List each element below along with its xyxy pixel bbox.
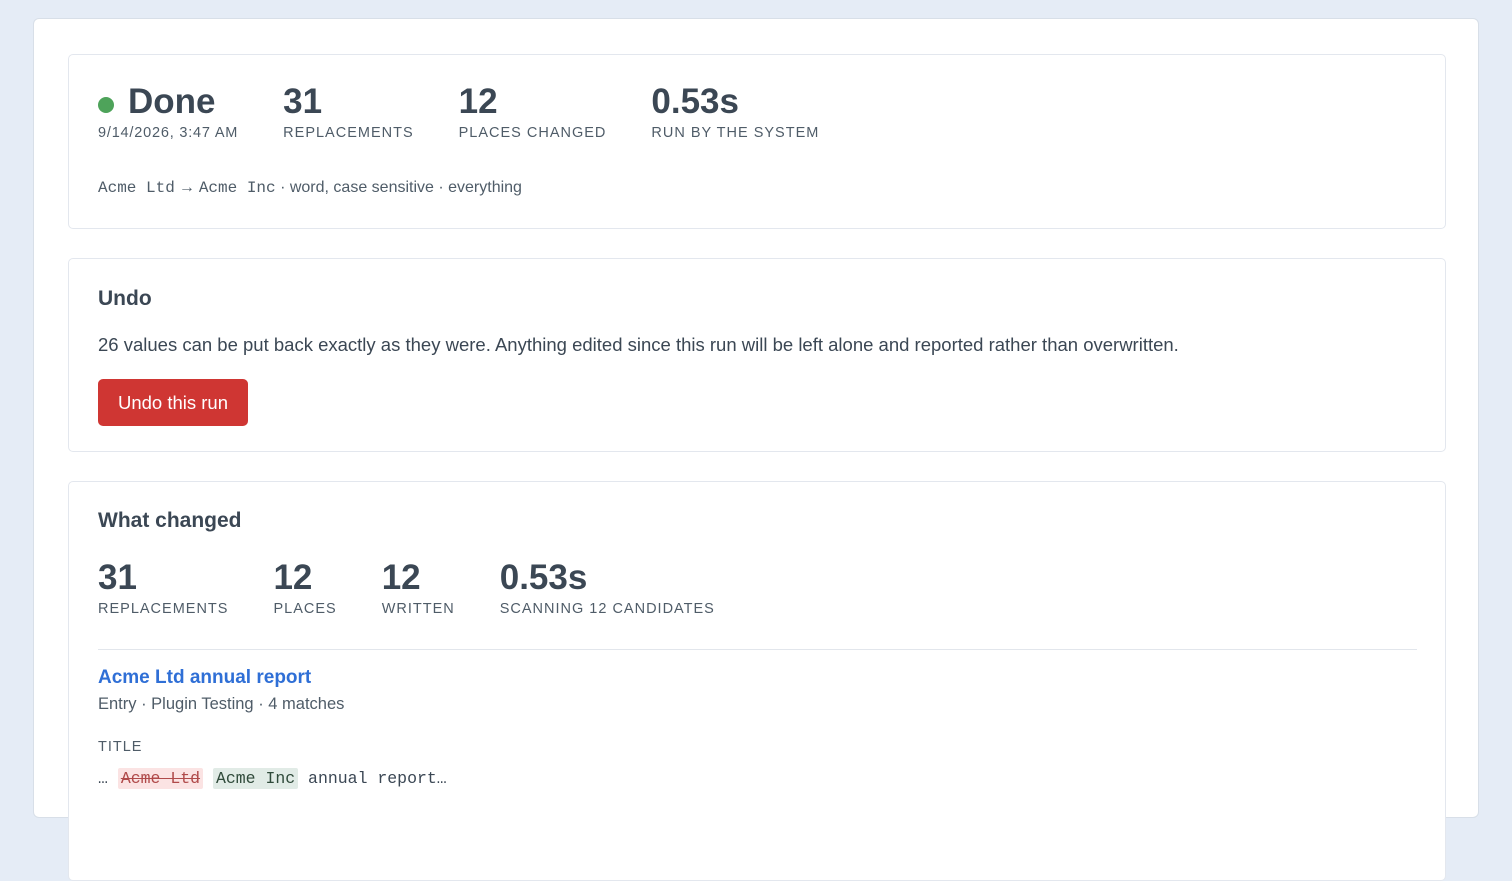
changes-written-stat: 12 Written	[382, 557, 455, 618]
summary-stats: Done 9/14/2026, 3:47 AM 31 Replacements …	[98, 81, 864, 142]
changes-stats: 31 Replacements 12 Places 12 Written 0.5…	[98, 557, 760, 618]
stat-value: 0.53s	[499, 558, 588, 597]
stat-value: 31	[98, 558, 137, 597]
places-changed-label: Places changed	[458, 125, 607, 141]
stat-label: Places	[273, 601, 337, 617]
status-dot-icon	[98, 97, 114, 113]
diff-suffix: annual report…	[298, 769, 447, 788]
changes-replacements-stat: 31 Replacements	[98, 557, 228, 618]
status-text: Done	[128, 82, 216, 121]
duration-stat: 0.53s Run by the system	[651, 81, 819, 142]
undo-run-button[interactable]: Undo this run	[98, 379, 248, 426]
stat-label: Scanning 12 candidates	[499, 601, 715, 617]
rule-options: · word, case sensitive · everything	[280, 179, 522, 196]
stat-label: Written	[381, 601, 455, 617]
changes-card: What changed 31 Replacements 12 Places 1…	[68, 481, 1446, 881]
rule-replace-text: Acme Inc	[198, 179, 276, 197]
arrow-right-icon: →	[178, 179, 195, 196]
stat-value: 12	[381, 558, 421, 597]
entry-title-link[interactable]: Acme Ltd annual report	[98, 667, 311, 689]
rule-find-text: Acme Ltd	[98, 179, 175, 197]
changes-duration-stat: 0.53s Scanning 12 candidates	[500, 557, 715, 618]
diff-prefix: …	[98, 769, 118, 788]
replacements-stat: 31 Replacements	[283, 81, 413, 142]
entry-meta: Entry · Plugin Testing · 4 matches	[98, 695, 345, 713]
divider	[98, 649, 1417, 650]
stat-value: 12	[273, 558, 313, 597]
stat-label: Replacements	[98, 601, 229, 617]
run-detail-panel: Done 9/14/2026, 3:47 AM 31 Replacements …	[33, 18, 1479, 881]
run-summary-card: Done 9/14/2026, 3:47 AM 31 Replacements …	[68, 54, 1446, 229]
run-timestamp: 9/14/2026, 3:47 AM	[98, 125, 239, 141]
rule-description: Acme Ltd → Acme Inc · word, case sensitive…	[98, 179, 522, 197]
diff-preview: … Acme Ltd Acme Inc annual report…	[98, 768, 447, 789]
field-label: TITLE	[98, 739, 143, 755]
replacements-value: 31	[283, 82, 323, 121]
replacements-label: Replacements	[283, 125, 414, 141]
diff-added: Acme Inc	[212, 768, 299, 789]
run-by-label: Run by the system	[651, 125, 820, 141]
duration-value: 0.53s	[651, 82, 739, 121]
status-stat: Done 9/14/2026, 3:47 AM	[98, 81, 238, 142]
diff-removed: Acme Ltd	[117, 768, 204, 789]
places-changed-stat: 12 Places changed	[459, 81, 607, 142]
changes-title: What changed	[98, 509, 242, 532]
undo-description: 26 values can be put back exactly as the…	[98, 334, 1179, 355]
undo-title: Undo	[98, 287, 152, 310]
places-changed-value: 12	[458, 82, 498, 121]
changes-places-stat: 12 Places	[273, 557, 336, 618]
status-heading: Done	[98, 81, 238, 123]
undo-card: Undo 26 values can be put back exactly a…	[68, 258, 1446, 452]
